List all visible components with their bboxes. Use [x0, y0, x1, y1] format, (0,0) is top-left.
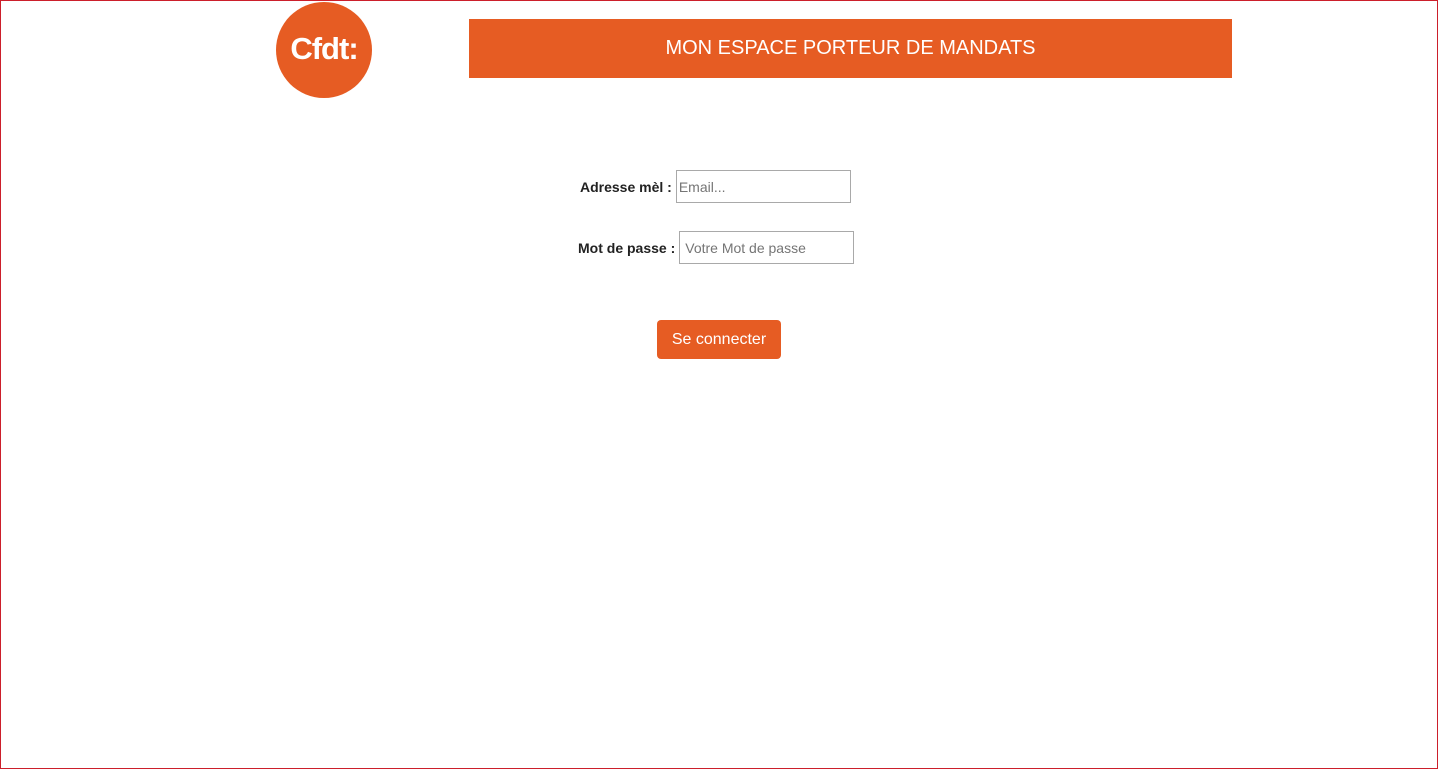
email-row: Adresse mèl : — [580, 170, 851, 203]
header-banner: MON ESPACE PORTEUR DE MANDATS — [469, 19, 1232, 78]
logo-text: Cfdt: — [290, 31, 358, 66]
page-title: MON ESPACE PORTEUR DE MANDATS — [665, 37, 1036, 59]
password-field[interactable] — [679, 231, 855, 264]
page-frame: Cfdt: MON ESPACE PORTEUR DE MANDATS Adre… — [0, 0, 1438, 769]
email-field[interactable] — [675, 170, 851, 203]
cfdt-logo: Cfdt: — [276, 2, 372, 98]
password-row: Mot de passe : — [578, 231, 855, 264]
password-label: Mot de passe : — [578, 239, 676, 256]
email-label: Adresse mèl : — [580, 178, 672, 195]
login-button[interactable]: Se connecter — [657, 320, 781, 359]
